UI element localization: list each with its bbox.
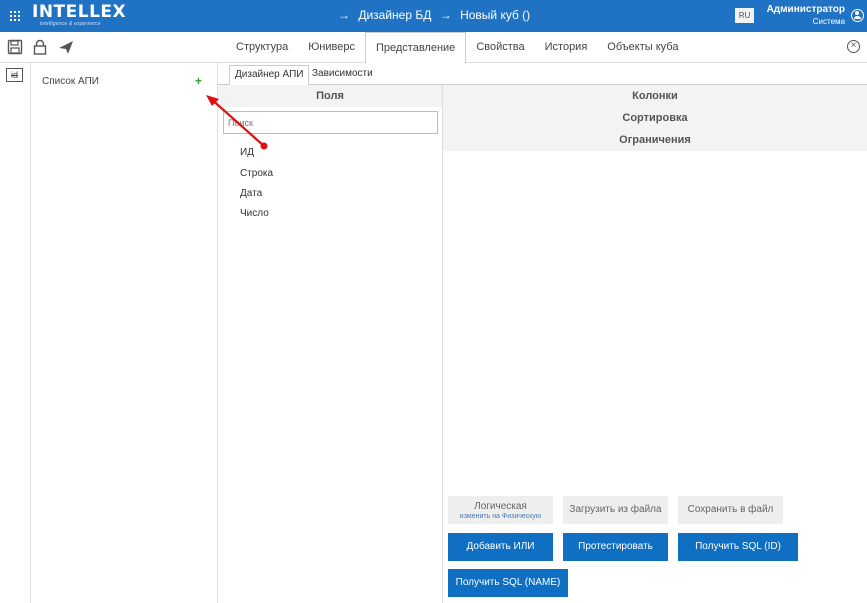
add-api-button[interactable]: +: [195, 74, 202, 88]
breadcrumb-new-cube: Новый куб (): [460, 8, 531, 22]
subtab-api-designer[interactable]: Дизайнер АПИ: [229, 65, 310, 86]
close-icon[interactable]: ×: [847, 40, 860, 53]
logical-mode-sublabel: изменить на Физическую: [459, 513, 542, 520]
test-button[interactable]: Протестировать: [563, 533, 668, 561]
breadcrumb-arrow: →: [439, 8, 452, 22]
save-to-file-button[interactable]: Сохранить в файл: [678, 496, 783, 524]
load-from-file-button[interactable]: Загрузить из файла: [563, 496, 668, 524]
tab-structure[interactable]: Структура: [226, 32, 298, 63]
subtab-dependencies[interactable]: Зависимости: [307, 65, 378, 85]
fields-panel: Поля ИД Строка Дата Число: [218, 85, 443, 603]
breadcrumb: → Дизайнер БД → Новый куб (): [338, 8, 535, 22]
lock-icon[interactable]: [32, 39, 48, 55]
api-list-title: Список АПИ: [42, 76, 99, 87]
sub-tabs: Дизайнер АПИ Зависимости: [218, 63, 867, 86]
section-sorting[interactable]: Сортировка: [443, 107, 867, 129]
get-sql-id-button[interactable]: Получить SQL (ID): [678, 533, 798, 561]
fields-header: Поля: [218, 85, 442, 107]
apps-grid-icon[interactable]: [10, 11, 20, 21]
top-bar: INTELLEX intelligence & experience → Диз…: [0, 0, 867, 32]
logo[interactable]: INTELLEX intelligence & experience: [32, 4, 126, 28]
tab-properties[interactable]: Свойства: [466, 32, 534, 63]
left-strip: id: [0, 63, 31, 603]
section-columns[interactable]: Колонки: [443, 85, 867, 107]
breadcrumb-arrow: →: [338, 8, 350, 22]
field-item-number[interactable]: Число: [240, 208, 269, 219]
search-input[interactable]: [223, 111, 438, 134]
user-avatar-icon[interactable]: [851, 9, 864, 22]
tab-history[interactable]: История: [535, 32, 598, 63]
user-name[interactable]: Администратор: [767, 4, 845, 15]
add-or-button[interactable]: Добавить ИЛИ: [448, 533, 553, 561]
id-icon[interactable]: id: [6, 68, 23, 82]
section-constraints[interactable]: Ограничения: [443, 129, 867, 151]
logical-mode-button[interactable]: Логическая изменить на Физическую: [448, 496, 553, 524]
field-item-string[interactable]: Строка: [240, 168, 273, 179]
logo-text: INTELLEX: [32, 2, 127, 22]
language-selector[interactable]: RU: [735, 8, 754, 23]
api-designer-panel: Колонки Сортировка Ограничения Логическа…: [443, 85, 867, 603]
toolbar: Структура Юниверс Представление Свойства…: [0, 32, 867, 64]
api-list-panel: Список АПИ +: [31, 63, 218, 603]
save-to-file-label: Сохранить в файл: [687, 504, 774, 515]
user-role: Система: [812, 17, 845, 26]
tab-view[interactable]: Представление: [364, 32, 467, 64]
logical-mode-label: Логическая: [474, 501, 527, 512]
tab-universe[interactable]: Юниверс: [298, 32, 365, 63]
save-icon[interactable]: [7, 39, 23, 55]
main-tabs: Структура Юниверс Представление Свойства…: [226, 32, 688, 64]
send-icon[interactable]: [58, 39, 74, 55]
get-sql-name-button[interactable]: Получить SQL (NAME): [448, 569, 568, 597]
breadcrumb-db-designer[interactable]: Дизайнер БД: [358, 8, 431, 22]
tab-cube-objects[interactable]: Объекты куба: [597, 32, 688, 63]
field-item-date[interactable]: Дата: [240, 188, 262, 199]
load-from-file-label: Загрузить из файла: [569, 504, 662, 515]
field-item-id[interactable]: ИД: [240, 147, 254, 158]
